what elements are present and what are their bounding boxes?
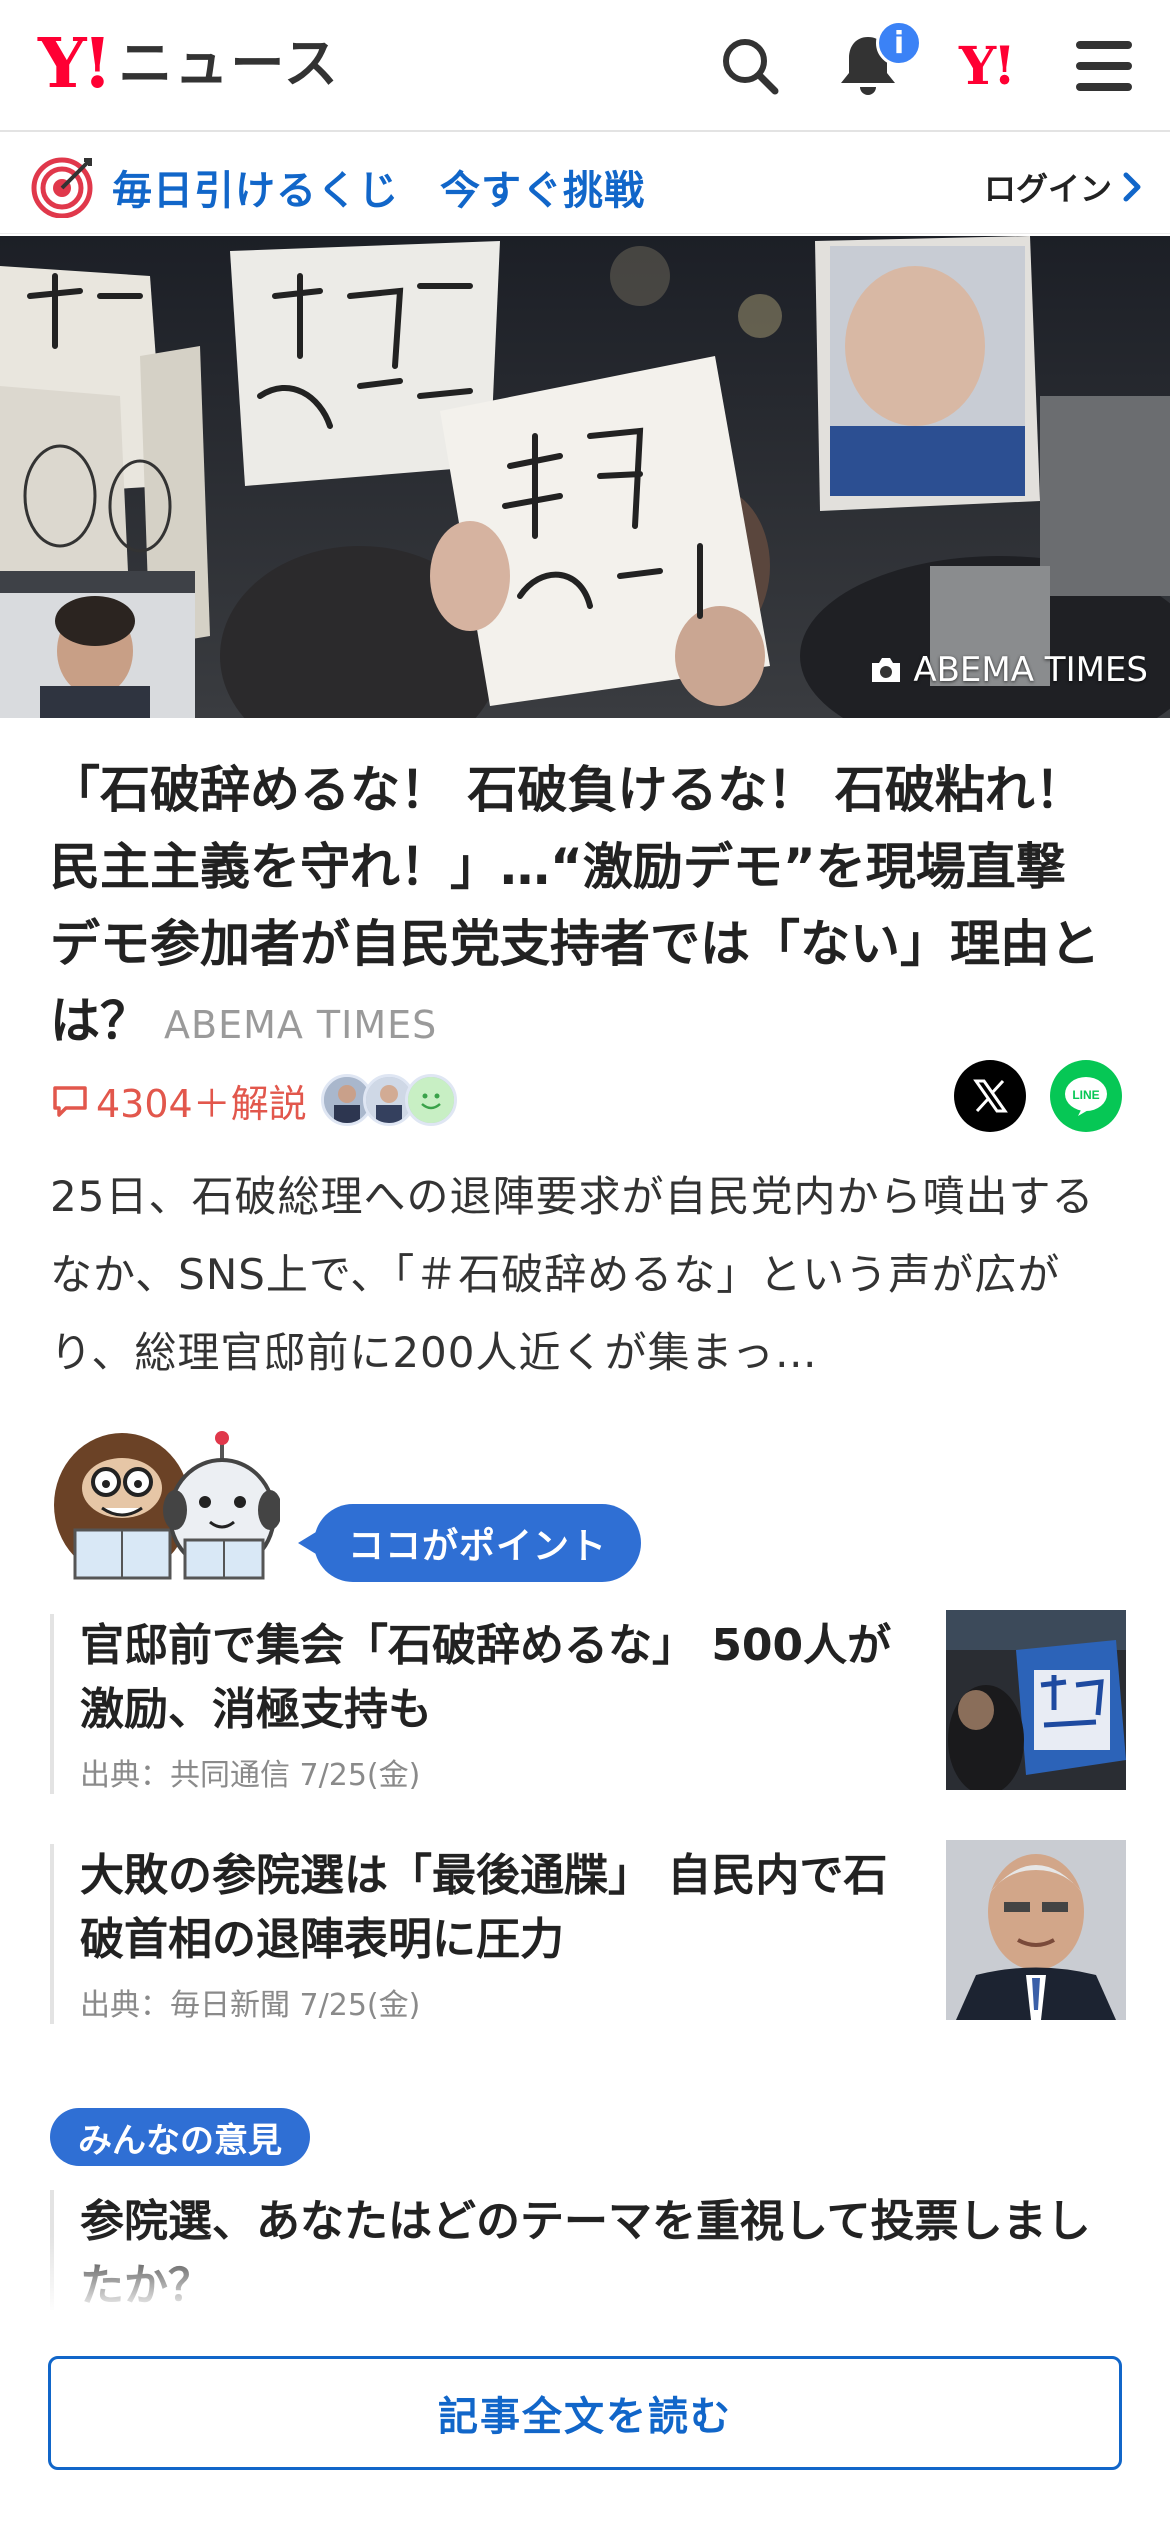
read-full-article-button[interactable]: 記事全文を読む: [48, 2356, 1122, 2470]
camera-icon: [872, 658, 901, 682]
yahoo-mark: Y!: [959, 35, 1016, 97]
svg-text:LINE: LINE: [1072, 1088, 1099, 1102]
search-icon[interactable]: [714, 30, 786, 102]
related-title: 官邸前で集会「石破辞めるな」 500人が激励、消極支持も: [80, 1620, 892, 1735]
article-meta-row: 4304＋解説: [50, 1068, 457, 1132]
related-article[interactable]: 官邸前で集会「石破辞めるな」 500人が激励、消極支持も 出典：共同通信 7/2…: [50, 1610, 1126, 1794]
login-link[interactable]: ログイン: [984, 164, 1142, 210]
expert-avatars[interactable]: [320, 1074, 457, 1126]
logo-mark: Y!: [38, 24, 112, 104]
related-source: 出典：共同通信 7/25(金): [80, 1758, 421, 1793]
notification-bell-icon[interactable]: i: [832, 20, 922, 102]
avatar: [404, 1074, 457, 1126]
point-label-bubble: ココがポイント: [297, 1504, 642, 1582]
related-title: 大敗の参院選は「最後通牒」 自民内で石破首相の退陣表明に圧力: [80, 1850, 888, 1965]
app-header: Y! ニュース i Y!: [0, 0, 1170, 132]
login-label: ログイン: [983, 170, 1112, 208]
target-icon: [31, 157, 93, 218]
related-article[interactable]: 大敗の参院選は「最後通牒」 自民内で石破首相の退陣表明に圧力 出典：毎日新聞 7…: [50, 1840, 1126, 2024]
promo-text[interactable]: 毎日引けるくじ 今すぐ挑戦: [112, 158, 645, 216]
share-line-button[interactable]: LINE: [1050, 1060, 1122, 1132]
photo-credit: ABEMA TIMES: [869, 650, 1148, 690]
comment-count-label: 4304＋解説: [96, 1081, 307, 1126]
related-thumbnail: [946, 1610, 1126, 1790]
fade-overlay: [0, 2236, 1170, 2328]
notification-badge: i: [876, 20, 922, 66]
point-section-header: ココがポイント: [50, 1430, 1130, 1590]
comment-icon: [53, 1086, 87, 1117]
credit-label: ABEMA TIMES: [913, 650, 1148, 690]
logo-text: ニュース: [118, 32, 340, 95]
hero-image[interactable]: ABEMA TIMES: [0, 236, 1170, 718]
comments-link[interactable]: 4304＋解説: [50, 1073, 307, 1128]
mascot-illustration: [54, 1431, 280, 1580]
line-logo-icon: LINE: [1065, 1077, 1107, 1116]
share-x-button[interactable]: [954, 1060, 1026, 1132]
hamburger-menu-icon[interactable]: [1068, 30, 1140, 102]
related-source: 出典：毎日新聞 7/25(金): [80, 1988, 421, 2023]
protest-photo: [0, 236, 1170, 718]
x-logo-icon: [973, 1079, 1008, 1113]
yahoo-news-logo[interactable]: Y! ニュース: [38, 28, 340, 100]
article-source: ABEMA TIMES: [164, 1003, 438, 1047]
article-headline[interactable]: 「石破辞めるな！ 石破負けるな！ 石破粘れ！ 民主主義を守れ！」…“激励デモ”を…: [50, 752, 1130, 1064]
chevron-right-icon: [1123, 172, 1141, 202]
opinion-badge: みんなの意見: [50, 2108, 310, 2166]
related-thumbnail: [946, 1840, 1126, 2020]
yahoo-logo-icon[interactable]: Y!: [950, 30, 1022, 102]
lottery-promo-bar[interactable]: 毎日引けるくじ 今すぐ挑戦 ログイン: [0, 134, 1170, 234]
article-summary[interactable]: 25日、石破総理への退陣要求が自民党内から噴出するなか、SNS上で、「＃石破辞め…: [50, 1158, 1130, 1392]
